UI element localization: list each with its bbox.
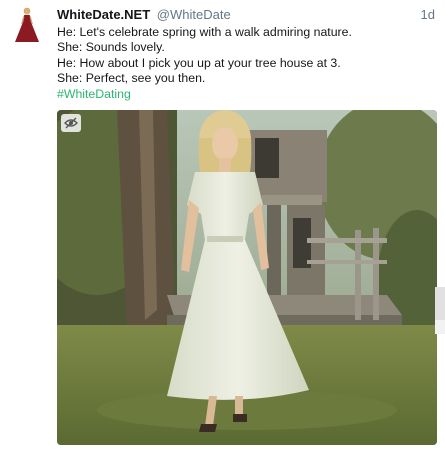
- scrollbar-thumb[interactable]: [435, 287, 445, 321]
- tweet-line: He: Let's celebrate spring with a walk a…: [57, 25, 352, 39]
- tweet-card[interactable]: WhiteDate.NET @WhiteDate 1d He: Let's ce…: [0, 0, 445, 454]
- tweet-line: He: How about I pick you up at your tree…: [57, 55, 341, 70]
- hashtag-link[interactable]: #WhiteDating: [57, 87, 437, 102]
- photo-scene: [57, 110, 437, 445]
- eye-slash-icon: [64, 117, 78, 129]
- tweet-photo[interactable]: [57, 110, 437, 445]
- tweet-header: WhiteDate.NET @WhiteDate 1d: [57, 6, 437, 24]
- user-handle[interactable]: @WhiteDate: [157, 7, 231, 22]
- tweet-line: She: Perfect, see you then.: [57, 71, 206, 86]
- media-visibility-toggle[interactable]: [61, 114, 81, 132]
- display-name[interactable]: WhiteDate.NET: [57, 7, 150, 22]
- timestamp[interactable]: 1d: [421, 6, 435, 24]
- dress-avatar-icon: [15, 7, 39, 42]
- tweet-line: She: Sounds lovely.: [57, 40, 165, 55]
- tweet-text: He: Let's celebrate spring with a walk a…: [57, 25, 437, 102]
- avatar[interactable]: [12, 6, 42, 44]
- scrollbar-track[interactable]: [435, 320, 445, 334]
